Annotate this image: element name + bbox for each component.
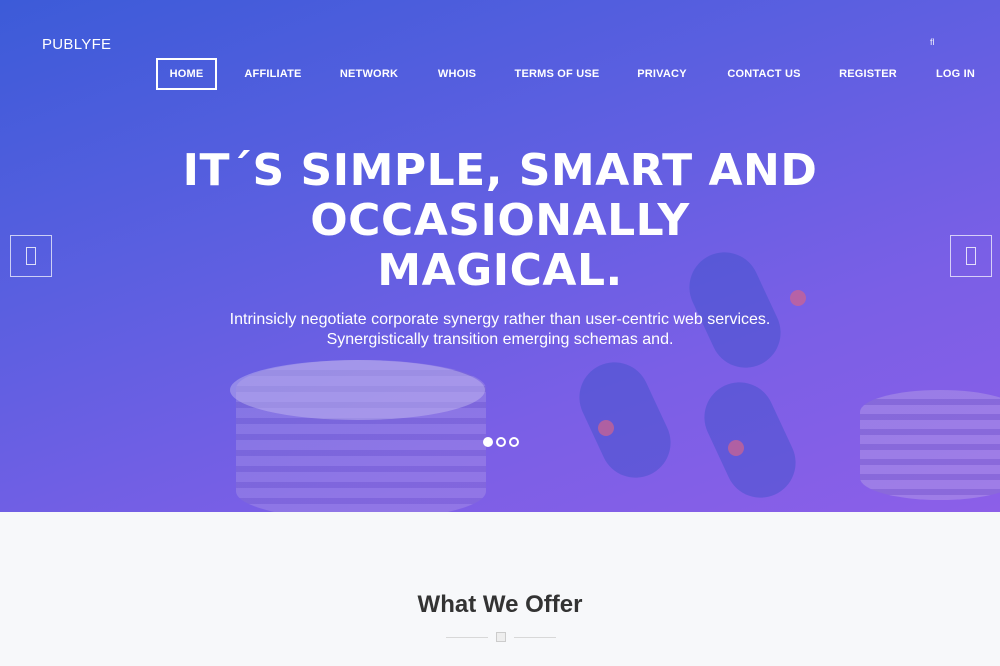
hero-headline-line: OCCASIONALLY — [310, 195, 690, 246]
nav-network[interactable]: NETWORK — [334, 58, 404, 90]
pen-image — [567, 350, 683, 490]
search-icon[interactable]: ﬂ — [930, 36, 940, 48]
nav-home[interactable]: HOME — [156, 58, 217, 90]
hero-subtitle-line: Synergistically transition emerging sche… — [326, 331, 674, 348]
prev-arrow-icon — [26, 247, 36, 265]
slider-dot-3[interactable] — [509, 437, 519, 447]
hero-slider: PUBLYFE ﬂ HOME AFFILIATE NETWORK WHOIS T… — [0, 0, 1000, 512]
hero-headline-line: MAGICAL. — [377, 245, 623, 296]
slider-dot-2[interactable] — [496, 437, 506, 447]
hero-headline: IT´S SIMPLE, SMART AND OCCASIONALLY MAGI… — [150, 146, 850, 296]
pen-tip-image — [598, 420, 614, 436]
pen-tip-image — [728, 440, 744, 456]
nav-affiliate[interactable]: AFFILIATE — [238, 58, 308, 90]
hero-headline-line: IT´S SIMPLE, SMART AND — [182, 145, 818, 196]
nav-register[interactable]: REGISTER — [832, 58, 904, 90]
slider-next-button[interactable] — [950, 235, 992, 277]
slider-dot-1[interactable] — [483, 437, 493, 447]
nav-contact-us[interactable]: CONTACT US — [720, 58, 808, 90]
hero-subtitle-line: Intrinsicly negotiate corporate synergy … — [229, 311, 771, 328]
hero-subtitle: Intrinsicly negotiate corporate synergy … — [150, 310, 850, 350]
main-nav: HOME AFFILIATE NETWORK WHOIS TERMS OF US… — [0, 58, 1000, 90]
divider-line — [514, 637, 556, 638]
section-title: What We Offer — [417, 591, 583, 618]
slider-prev-button[interactable] — [10, 235, 52, 277]
next-arrow-icon — [966, 247, 976, 265]
brand-logo[interactable]: PUBLYFE — [42, 36, 111, 53]
nav-log-in[interactable]: LOG IN — [928, 58, 983, 90]
nav-terms-of-use[interactable]: TERMS OF USE — [510, 58, 604, 90]
nav-whois[interactable]: WHOIS — [428, 58, 486, 90]
coin-stack-right-image — [860, 390, 1000, 500]
coin-top-image — [230, 360, 485, 420]
pen-image — [692, 370, 808, 510]
nav-privacy[interactable]: PRIVACY — [628, 58, 696, 90]
divider-ornament — [496, 632, 506, 642]
divider-line — [446, 637, 488, 638]
